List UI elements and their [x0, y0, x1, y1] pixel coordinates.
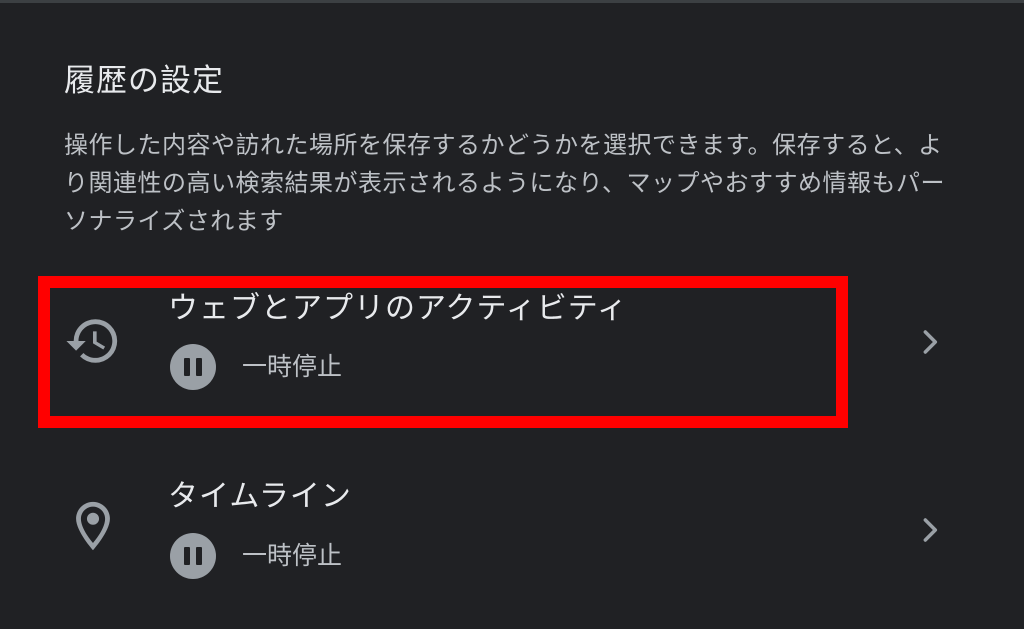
setting-web-app-activity[interactable]: ウェブとアプリのアクティビティ 一時停止	[0, 275, 1024, 425]
top-divider	[0, 0, 1024, 3]
history-icon	[64, 312, 122, 370]
setting-timeline[interactable]: タイムライン 一時停止	[0, 465, 1024, 615]
status-text: 一時停止	[242, 541, 343, 570]
pause-icon	[170, 533, 216, 579]
pause-icon	[170, 344, 216, 390]
section-description: 操作した内容や訪れた場所を保存するかどうかを選択できます。保存すると、より関連性…	[64, 131, 946, 235]
status-indicator: 一時停止	[170, 533, 342, 579]
location-pin-icon	[64, 497, 122, 555]
status-text: 一時停止	[242, 352, 343, 381]
section-title: 履歴の設定	[64, 63, 224, 99]
chevron-right-icon	[914, 326, 946, 358]
chevron-right-icon	[914, 514, 946, 546]
status-indicator: 一時停止	[170, 344, 342, 390]
setting-title: タイムライン	[168, 479, 352, 514]
setting-title: ウェブとアプリのアクティビティ	[168, 291, 628, 326]
